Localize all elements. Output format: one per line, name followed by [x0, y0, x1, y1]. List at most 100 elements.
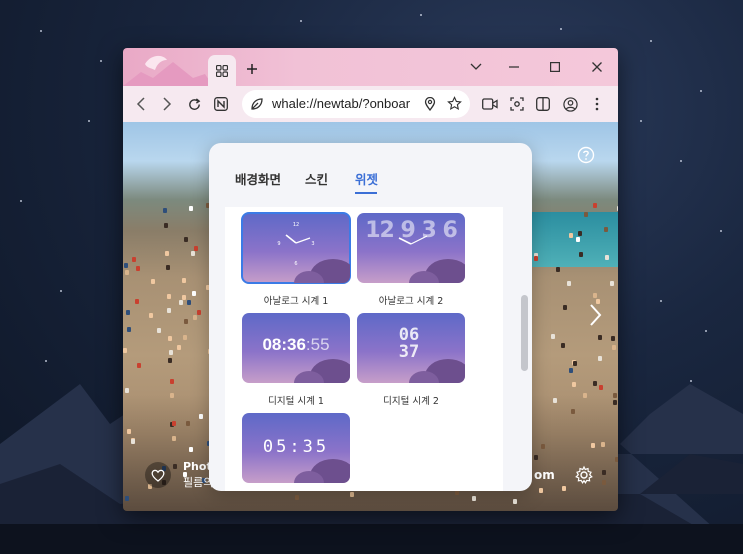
crowd-dot	[131, 256, 136, 262]
crowd-dot	[124, 495, 129, 501]
sidebar-toggle-button[interactable]	[531, 92, 555, 116]
crowd-dot	[602, 470, 607, 476]
video-button[interactable]	[478, 92, 502, 116]
crowd-dot	[196, 310, 201, 316]
reload-button[interactable]	[182, 92, 206, 116]
crowd-dot	[613, 399, 618, 405]
back-arrow-icon	[136, 97, 145, 111]
crowd-dot	[182, 335, 187, 341]
reload-icon	[188, 97, 200, 110]
help-icon[interactable]	[577, 146, 595, 164]
crowd-dot	[184, 319, 189, 325]
crowd-dot	[190, 251, 195, 257]
crowd-dot	[553, 398, 558, 404]
profile-button[interactable]	[558, 92, 582, 116]
widget-digital-clock-2[interactable]: 06 37	[357, 313, 465, 383]
back-button[interactable]	[129, 92, 153, 116]
crowd-dot	[612, 345, 617, 351]
crowd-dot	[562, 305, 567, 311]
close-window-button[interactable]	[582, 54, 612, 80]
widget-caption: 디지털 시계 1	[268, 396, 324, 407]
crowd-dot	[169, 378, 174, 384]
tab-list-button[interactable]	[461, 54, 491, 80]
navigation-toolbar: whale://newtab/?onboar	[123, 86, 618, 122]
crowd-dot	[163, 208, 168, 214]
crowd-dot	[560, 343, 565, 349]
capture-button[interactable]	[505, 92, 529, 116]
screen-capture-icon	[510, 97, 524, 111]
menu-button[interactable]	[585, 92, 609, 116]
svg-text:6: 6	[294, 261, 297, 267]
crowd-dot	[572, 381, 577, 387]
crowd-dot	[170, 393, 175, 399]
crowd-dot	[294, 495, 299, 501]
crowd-dot	[597, 356, 602, 362]
location-pin-icon[interactable]	[424, 97, 436, 111]
widget-scrollbar-thumb[interactable]	[521, 295, 528, 371]
tab-widget[interactable]: 위젯	[355, 169, 378, 188]
naver-button[interactable]	[209, 92, 233, 116]
widget-digital-clock-3[interactable]: 05:35	[242, 413, 350, 483]
widget-scrollbar-track[interactable]	[505, 207, 517, 491]
grid-icon	[216, 64, 228, 77]
crowd-dot	[165, 250, 170, 256]
crowd-dot	[189, 205, 194, 211]
crowd-dot	[136, 265, 141, 271]
crowd-dot	[189, 446, 194, 452]
tab-skin[interactable]: 스킨	[305, 169, 328, 188]
crowd-dot	[124, 263, 129, 269]
crowd-dot	[199, 414, 204, 420]
crowd-dot	[194, 246, 199, 252]
new-tab-button[interactable]	[241, 58, 263, 80]
panel-tabs: 배경화면 스킨 위젯	[209, 143, 532, 207]
crowd-dot	[192, 291, 197, 297]
crowd-dot	[573, 361, 578, 367]
gear-icon[interactable]	[574, 465, 594, 485]
whale-leaf-icon	[251, 98, 263, 110]
split-view-icon	[536, 97, 550, 111]
crowd-dot	[541, 444, 546, 450]
crowd-dot	[193, 315, 198, 321]
crowd-dot	[591, 442, 596, 448]
crowd-dot	[598, 334, 603, 340]
tab-new-tab[interactable]	[208, 55, 236, 86]
crowd-dot	[610, 335, 615, 341]
minimize-button[interactable]	[499, 54, 529, 80]
widget-analog-clock-1[interactable]: 12 6 9 3	[241, 212, 351, 284]
crowd-dot	[124, 387, 129, 393]
naver-n-icon	[214, 97, 228, 111]
browser-window: whale://newtab/?onboar Phot 필름의 om 배경화면 …	[123, 48, 618, 511]
bookmark-star-icon[interactable]	[447, 96, 462, 111]
crowd-dot	[609, 281, 614, 287]
widget-digital-clock-1[interactable]: 08:36:55	[242, 313, 350, 383]
crowd-dot	[173, 464, 178, 470]
svg-text:9: 9	[277, 241, 280, 247]
crowd-dot	[604, 226, 609, 232]
forward-arrow-icon	[163, 97, 172, 111]
chevron-down-icon	[470, 63, 482, 70]
more-vertical-icon	[595, 97, 599, 111]
crowd-dot	[568, 233, 573, 239]
crowd-dot	[576, 237, 581, 243]
crowd-dot	[126, 327, 131, 333]
crowd-dot	[156, 327, 161, 333]
title-bar	[123, 48, 618, 86]
crowd-dot	[185, 420, 190, 426]
crowd-dot	[134, 299, 139, 305]
widget-digital-3-time: 05:35	[262, 437, 330, 457]
address-bar[interactable]: whale://newtab/?onboar	[242, 90, 470, 118]
widget-analog-clock-2[interactable]: 12 9 3 6	[357, 213, 465, 283]
crowd-dot	[171, 421, 176, 427]
next-background-icon[interactable]	[585, 302, 605, 328]
maximize-button[interactable]	[540, 54, 570, 80]
crowd-dot	[130, 439, 135, 445]
video-camera-icon	[482, 98, 498, 110]
forward-button[interactable]	[155, 92, 179, 116]
tab-wallpaper[interactable]: 배경화면	[235, 169, 281, 188]
favorite-button[interactable]	[145, 462, 171, 488]
crowd-dot	[569, 368, 574, 374]
photo-source-label: om	[534, 468, 555, 482]
heart-icon	[151, 469, 165, 482]
widget-digital-2-time: 06 37	[398, 325, 420, 362]
widget-digital-1-main: 08:36	[262, 335, 306, 354]
